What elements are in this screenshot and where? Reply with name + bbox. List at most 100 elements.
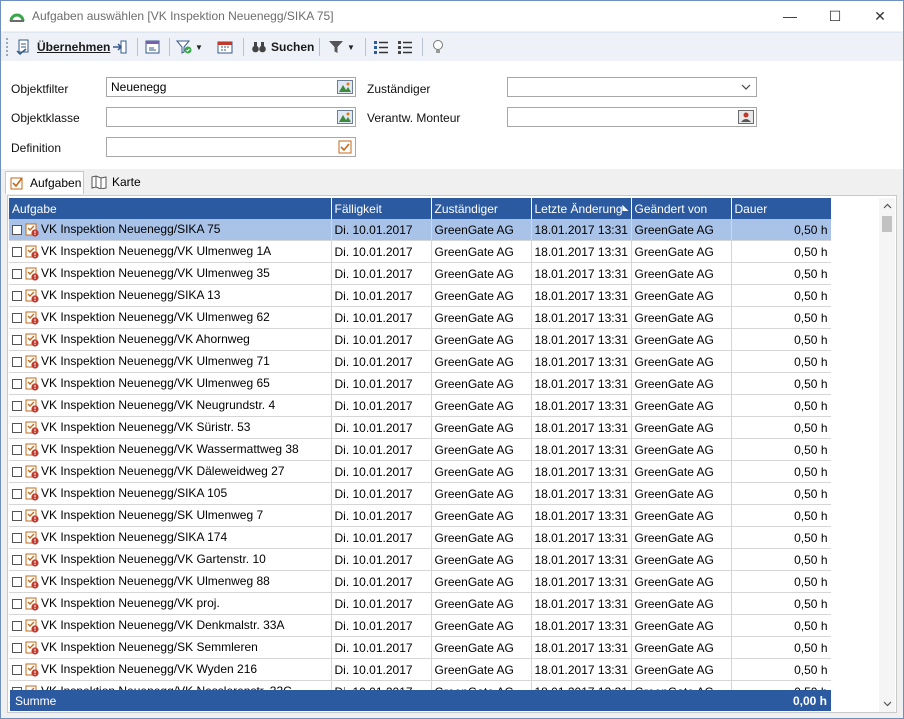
hint-button[interactable] (429, 36, 447, 58)
row-checkbox[interactable] (12, 268, 22, 279)
column-header-aufgabe[interactable]: Aufgabe (9, 198, 332, 219)
list-icon (396, 38, 414, 56)
checklist-picker-icon[interactable] (336, 139, 354, 155)
row-checkbox[interactable] (12, 224, 22, 235)
tab-karte[interactable]: Karte (87, 171, 147, 193)
cell-aufgabe-text: VK Inspektion Neuenegg/SK Ulmenweg 7 (41, 508, 264, 523)
vertical-scrollbar[interactable] (879, 198, 895, 712)
column-header-geaendert-von[interactable]: Geändert von (631, 198, 732, 219)
search-button[interactable]: Suchen (250, 36, 314, 58)
object-picker-icon[interactable] (336, 79, 354, 95)
cell-aufgabe: VK Inspektion Neuenegg/VK Däleweidweg 27 (9, 460, 332, 483)
cell-dauer: 0,50 h (731, 219, 831, 241)
edit-button[interactable] (144, 36, 162, 58)
row-checkbox[interactable] (12, 642, 22, 653)
table-row[interactable]: VK Inspektion Neuenegg/SIKA 174 Di. 10.01… (9, 526, 831, 549)
maximize-button[interactable]: ☐ (812, 1, 858, 31)
cell-geaendert-von: GreenGate AG (631, 438, 732, 461)
cell-faelligkeit: Di. 10.01.2017 (331, 262, 432, 285)
row-checkbox[interactable] (12, 312, 22, 323)
column-header-letzte-aenderung[interactable]: Letzte Änderung ◣ (531, 198, 632, 219)
row-checkbox[interactable] (12, 378, 22, 389)
chevron-down-icon[interactable] (737, 79, 755, 95)
cell-geaendert-von-text: GreenGate AG (634, 376, 714, 391)
row-checkbox[interactable] (12, 246, 22, 257)
cell-faelligkeit-text: Di. 10.01.2017 (334, 244, 413, 259)
scrollbar-thumb[interactable] (882, 216, 892, 232)
toolbar-separator (137, 38, 138, 56)
table-row[interactable]: VK Inspektion Neuenegg/SIKA 13 Di. 10.01.… (9, 284, 831, 307)
table-row[interactable]: VK Inspektion Neuenegg/VK Wassermattweg … (9, 438, 831, 461)
list-view-button[interactable] (372, 36, 390, 58)
table-row[interactable]: VK Inspektion Neuenegg/SK Ulmenweg 7 Di. … (9, 504, 831, 527)
detail-list-button[interactable] (396, 36, 414, 58)
objektfilter-input[interactable]: Neuenegg (106, 77, 356, 97)
definition-input[interactable] (106, 137, 356, 157)
tab-aufgaben[interactable]: Aufgaben (5, 171, 84, 194)
row-checkbox[interactable] (12, 510, 22, 521)
table-row[interactable]: VK Inspektion Neuenegg/SIKA 75 Di. 10.01.… (9, 219, 831, 241)
class-picker-icon[interactable] (336, 109, 354, 125)
cell-geaendert-von-text: GreenGate AG (634, 552, 714, 567)
table-row[interactable]: VK Inspektion Neuenegg/VK proj. Di. 10.01… (9, 592, 831, 615)
cell-geaendert-von: GreenGate AG (631, 372, 732, 395)
table-row[interactable]: VK Inspektion Neuenegg/VK Ahornweg Di. 10… (9, 328, 831, 351)
close-button[interactable]: ✕ (857, 1, 903, 31)
monteur-input[interactable] (507, 107, 757, 127)
row-checkbox[interactable] (12, 620, 22, 631)
objektklasse-input[interactable] (106, 107, 356, 127)
zustaendiger-select[interactable] (507, 77, 757, 97)
column-header-faelligkeit[interactable]: Fälligkeit (331, 198, 432, 219)
column-header-zustaendiger[interactable]: Zuständiger (431, 198, 532, 219)
cell-faelligkeit-text: Di. 10.01.2017 (334, 354, 413, 369)
row-checkbox[interactable] (12, 444, 22, 455)
sort-indicator-icon: ◣ (622, 203, 629, 212)
row-checkbox[interactable] (12, 554, 22, 565)
filter-dropdown[interactable]: ▼ (327, 36, 355, 58)
table-row[interactable]: VK Inspektion Neuenegg/VK Däleweidweg 27… (9, 460, 831, 483)
table-row[interactable]: VK Inspektion Neuenegg/VK Ulmenweg 71 Di.… (9, 350, 831, 373)
import-button[interactable] (111, 36, 129, 58)
row-checkbox[interactable] (12, 488, 22, 499)
table-row[interactable]: VK Inspektion Neuenegg/VK Süristr. 53 Di.… (9, 416, 831, 439)
calendar-button[interactable] (216, 36, 234, 58)
table-row[interactable]: VK Inspektion Neuenegg/VK Ulmenweg 88 Di.… (9, 570, 831, 593)
toolbar-grip[interactable] (6, 38, 11, 56)
column-header-dauer[interactable]: Dauer (731, 198, 831, 219)
table-row[interactable]: VK Inspektion Neuenegg/VK Ulmenweg 35 Di.… (9, 262, 831, 285)
cell-letzte-aenderung-text: 18.01.2017 13:31 (534, 222, 628, 237)
minimize-button[interactable]: — (767, 1, 813, 31)
cell-aufgabe-text: VK Inspektion Neuenegg/SIKA 105 (41, 486, 228, 501)
table-row[interactable]: VK Inspektion Neuenegg/VK Ulmenweg 65 Di.… (9, 372, 831, 395)
header-row: Aufgabe Fälligkeit Zuständiger Letzte Än… (9, 198, 831, 219)
table-row[interactable]: VK Inspektion Neuenegg/VK Wyden 216 Di. 1… (9, 658, 831, 681)
row-checkbox[interactable] (12, 422, 22, 433)
row-checkbox[interactable] (12, 334, 22, 345)
person-picker-icon[interactable] (737, 109, 755, 125)
task-table: Aufgabe Fälligkeit Zuständiger Letzte Än… (9, 198, 831, 703)
row-checkbox[interactable] (12, 598, 22, 609)
table-row[interactable]: VK Inspektion Neuenegg/VK Gartenstr. 10 D… (9, 548, 831, 571)
row-checkbox[interactable] (12, 400, 22, 411)
cell-faelligkeit-text: Di. 10.01.2017 (334, 574, 413, 589)
cell-dauer-text: 0,50 h (794, 266, 828, 281)
table-row[interactable]: VK Inspektion Neuenegg/SK Semmleren Di. 1… (9, 636, 831, 659)
row-checkbox[interactable] (12, 466, 22, 477)
cell-zustaendiger-text: GreenGate AG (434, 662, 514, 677)
apply-button[interactable]: Übernehmen (15, 36, 110, 58)
table-row[interactable]: VK Inspektion Neuenegg/VK Ulmenweg 1A Di.… (9, 240, 831, 263)
row-checkbox[interactable] (12, 290, 22, 301)
table-row[interactable]: VK Inspektion Neuenegg/SIKA 105 Di. 10.01… (9, 482, 831, 505)
scroll-up-icon[interactable] (879, 198, 895, 214)
row-checkbox[interactable] (12, 576, 22, 587)
cell-geaendert-von-text: GreenGate AG (634, 244, 714, 259)
row-checkbox[interactable] (12, 532, 22, 543)
tab-karte-label: Karte (112, 175, 141, 189)
row-checkbox[interactable] (12, 356, 22, 367)
table-row[interactable]: VK Inspektion Neuenegg/VK Ulmenweg 62 Di.… (9, 306, 831, 329)
row-checkbox[interactable] (12, 664, 22, 675)
scroll-down-icon[interactable] (879, 696, 895, 712)
filter-check-dropdown[interactable]: ▼ (175, 36, 203, 58)
table-row[interactable]: VK Inspektion Neuenegg/VK Denkmalstr. 33… (9, 614, 831, 637)
table-row[interactable]: VK Inspektion Neuenegg/VK Neugrundstr. 4… (9, 394, 831, 417)
